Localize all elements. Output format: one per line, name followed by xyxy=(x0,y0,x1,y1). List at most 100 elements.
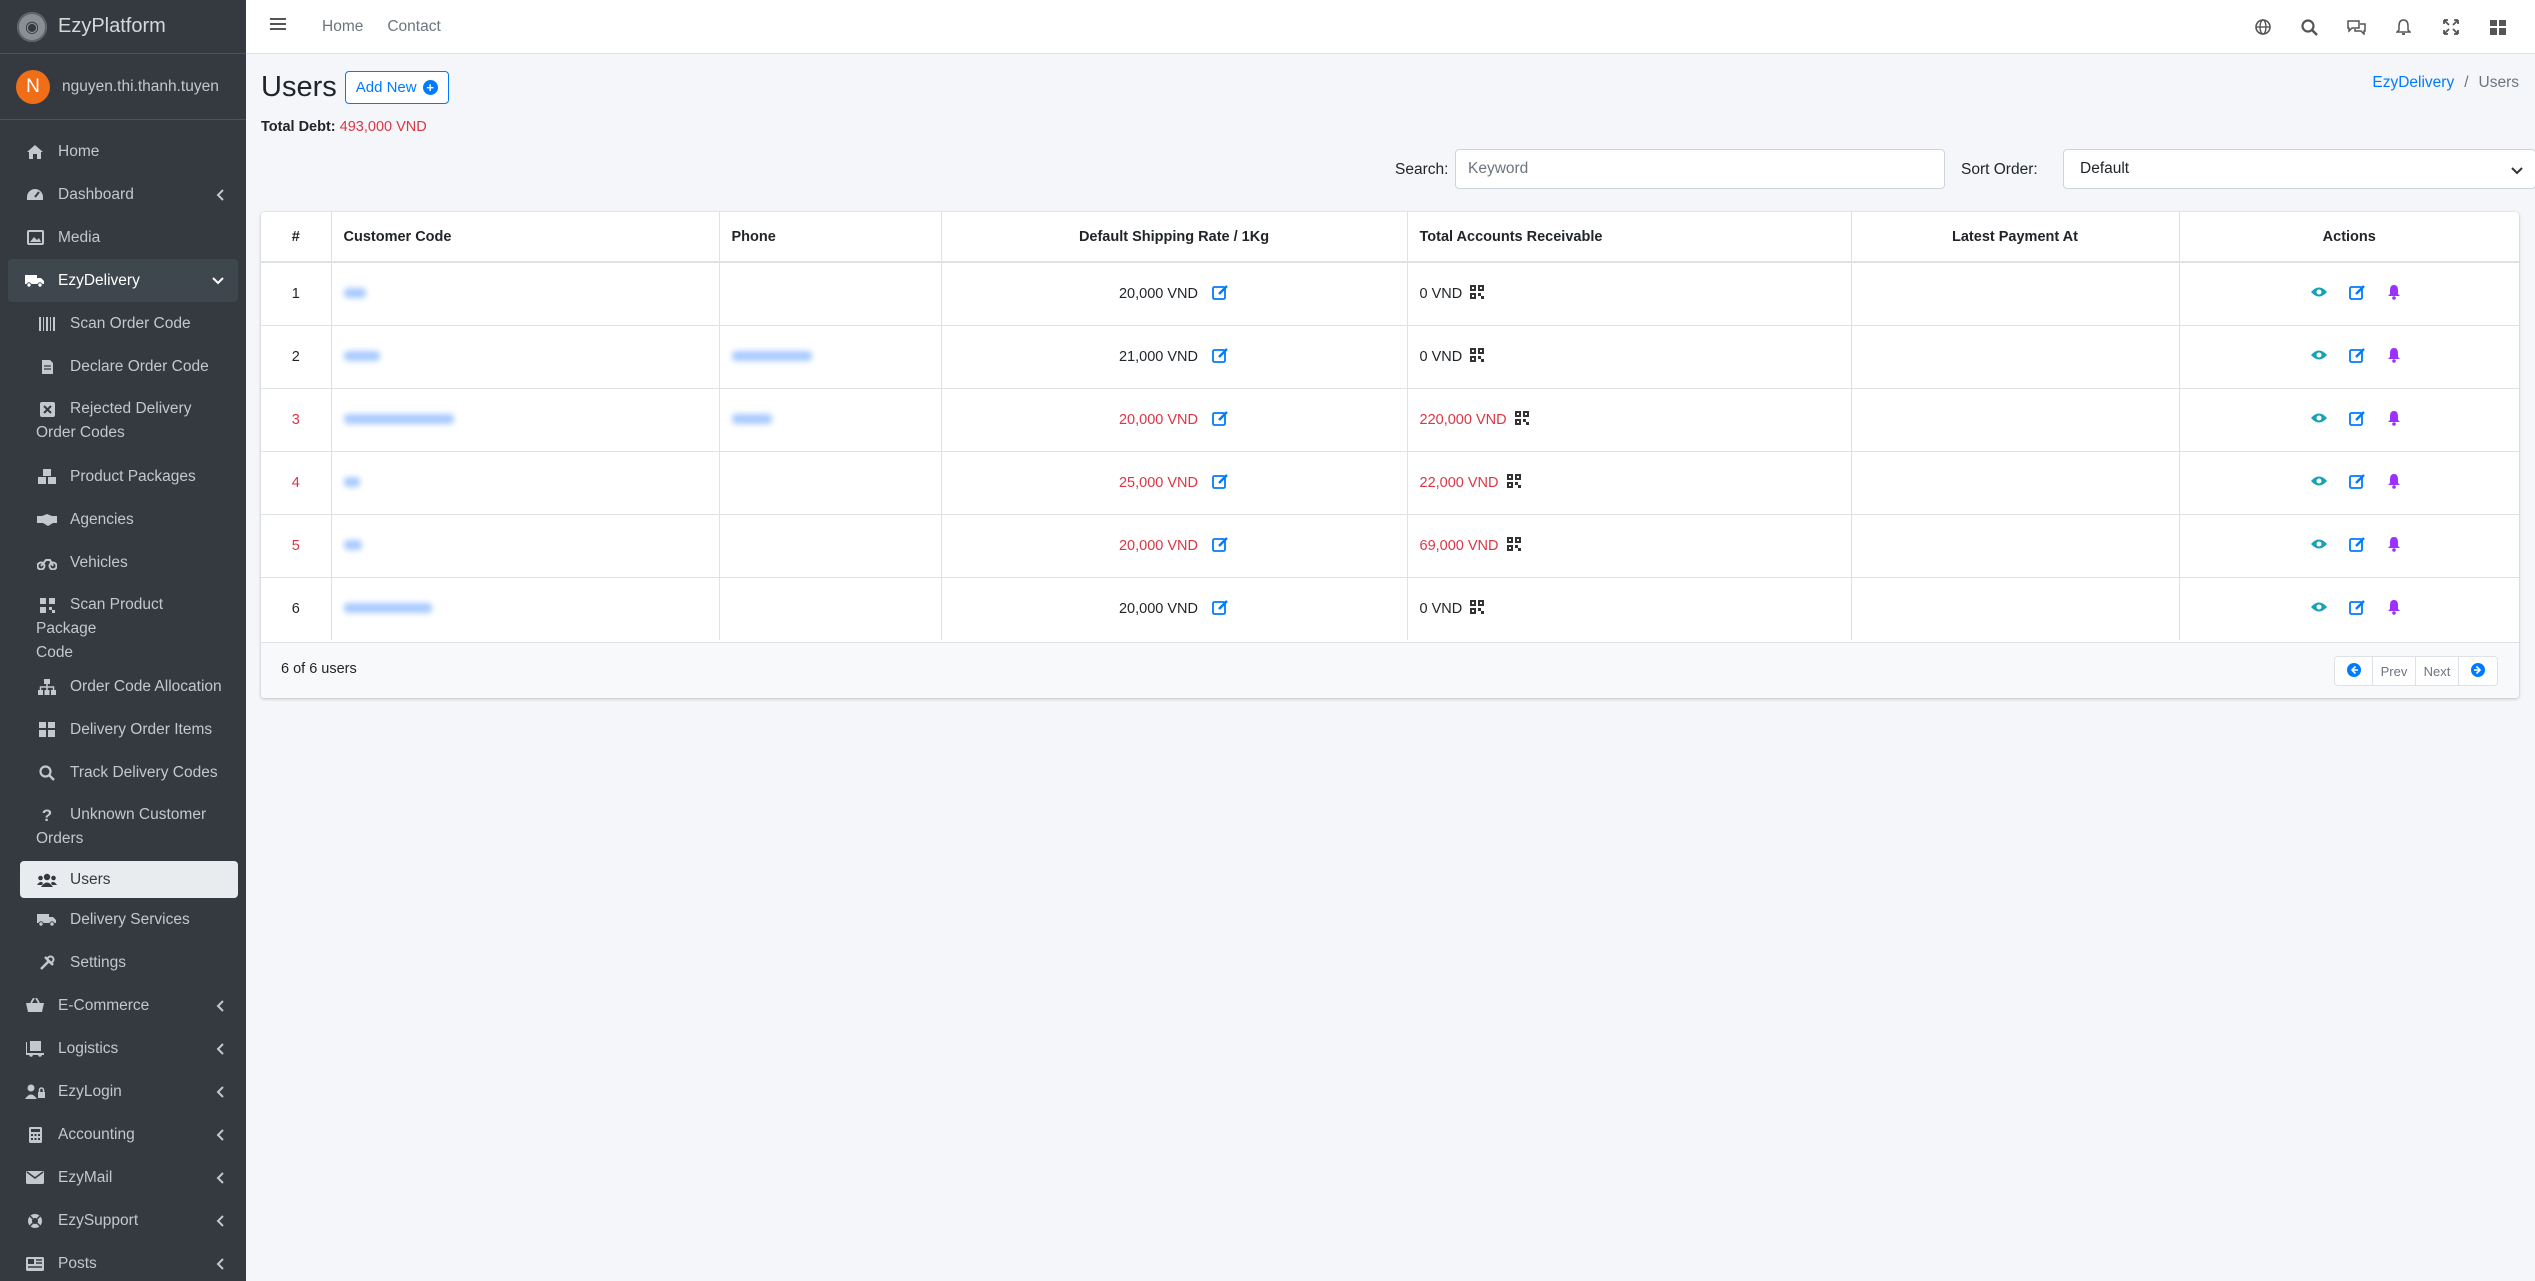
view-icon[interactable] xyxy=(2310,601,2328,617)
first-page-button[interactable] xyxy=(2335,657,2373,685)
sidebar-item-agencies[interactable]: Agencies xyxy=(8,498,238,541)
user-panel[interactable]: N nguyen.thi.thanh.tuyen xyxy=(0,54,246,120)
qrcode-icon[interactable] xyxy=(1514,410,1529,429)
user-name[interactable]: nguyen.thi.thanh.tuyen xyxy=(62,78,219,96)
nav-link-home[interactable]: Home xyxy=(322,18,363,36)
sidebar-item-order-code-allocation[interactable]: Order Code Allocation xyxy=(8,665,238,708)
receivable-value: 0 VND xyxy=(1419,600,1463,617)
customer-code-link[interactable] xyxy=(343,413,454,424)
sidebar-item-scan-product-package-code[interactable]: Scan Product Package Code xyxy=(8,584,238,665)
chevron-left-icon xyxy=(216,173,224,216)
add-new-button[interactable]: Add New + xyxy=(344,70,449,104)
qrcode-icon[interactable] xyxy=(1506,536,1521,555)
customer-code-link[interactable] xyxy=(343,602,432,613)
qrcode-icon[interactable] xyxy=(1506,473,1521,492)
edit-rate-icon[interactable] xyxy=(1212,410,1229,430)
customer-code-cell[interactable] xyxy=(331,261,720,325)
customer-code-cell[interactable] xyxy=(331,387,720,451)
bell-icon[interactable] xyxy=(2387,347,2401,367)
prev-button[interactable]: Prev xyxy=(2373,657,2416,685)
sidebar-item-settings[interactable]: Settings xyxy=(8,941,238,984)
edit-rate-icon[interactable] xyxy=(1212,599,1229,619)
customer-code-link[interactable] xyxy=(343,287,366,298)
sidebar-item-delivery-order-items[interactable]: Delivery Order Items xyxy=(8,708,238,751)
sidebar-item-scan-order-code[interactable]: Scan Order Code xyxy=(8,302,238,345)
sidebar-item-delivery-services[interactable]: Delivery Services xyxy=(8,898,238,941)
customer-code-cell[interactable] xyxy=(331,450,720,514)
sidebar-item-rejected-order-codes[interactable]: Rejected Delivery Order Codes xyxy=(8,388,238,455)
sidebar-item-unknown-customer-orders[interactable]: ? Unknown Customer Orders xyxy=(8,794,238,861)
customer-code-link[interactable] xyxy=(343,539,362,550)
comments-icon[interactable] xyxy=(2333,0,2380,54)
brand[interactable]: ◉ EzyPlatform xyxy=(0,0,246,54)
table-footer: 6 of 6 users Prev Next xyxy=(261,642,2519,698)
col-header-customer-code: Customer Code xyxy=(331,212,720,263)
search-icon[interactable] xyxy=(2286,0,2333,54)
sidebar-item-ecommerce[interactable]: E-Commerce xyxy=(8,984,238,1027)
customer-code-cell[interactable] xyxy=(331,576,720,640)
view-icon[interactable] xyxy=(2310,286,2328,302)
view-icon[interactable] xyxy=(2310,538,2328,554)
sidebar-item-media[interactable]: Media xyxy=(8,216,238,259)
edit-rate-icon[interactable] xyxy=(1212,536,1229,556)
fullscreen-icon[interactable] xyxy=(2427,0,2474,54)
view-icon[interactable] xyxy=(2310,349,2328,365)
menu-toggle-icon[interactable] xyxy=(270,17,288,36)
bell-icon[interactable] xyxy=(2387,599,2401,619)
bell-icon[interactable] xyxy=(2380,0,2427,54)
customer-code-cell[interactable] xyxy=(331,324,720,388)
sidebar-item-declare-order-code[interactable]: Declare Order Code xyxy=(8,345,238,388)
sidebar-item-posts[interactable]: Posts xyxy=(8,1242,238,1281)
edit-icon[interactable] xyxy=(2348,599,2366,619)
sidebar-item-product-packages[interactable]: Product Packages xyxy=(8,455,238,498)
search-input[interactable]: Keyword xyxy=(1455,149,1945,189)
breadcrumb-ezydelivery[interactable]: EzyDelivery xyxy=(2372,74,2454,92)
edit-rate-icon[interactable] xyxy=(1212,284,1229,304)
bell-icon[interactable] xyxy=(2387,410,2401,430)
edit-icon[interactable] xyxy=(2348,347,2366,367)
customer-code-cell[interactable] xyxy=(331,513,720,577)
globe-icon[interactable] xyxy=(2239,0,2286,54)
receivable-cell: 0 VND xyxy=(1407,261,1852,325)
edit-icon[interactable] xyxy=(2348,284,2366,304)
receivable-value: 22,000 VND xyxy=(1419,474,1499,491)
sidebar-item-ezysupport[interactable]: EzySupport xyxy=(8,1199,238,1242)
sort-order-select[interactable]: Default xyxy=(2063,149,2535,189)
edit-rate-icon[interactable] xyxy=(1212,347,1229,367)
bell-icon[interactable] xyxy=(2387,284,2401,304)
sidebar-item-ezydelivery[interactable]: EzyDelivery xyxy=(8,259,238,302)
sidebar-item-users[interactable]: Users xyxy=(20,861,238,898)
view-icon[interactable] xyxy=(2310,412,2328,428)
shipping-rate-value: 20,000 VND xyxy=(1118,537,1198,554)
edit-icon[interactable] xyxy=(2348,473,2366,493)
edit-icon[interactable] xyxy=(2348,410,2366,430)
sidebar-item-accounting[interactable]: Accounting xyxy=(8,1113,238,1156)
nav-link-contact[interactable]: Contact xyxy=(387,18,440,36)
table-row: 2 21,000 VND 0 VND xyxy=(261,324,2519,388)
qrcode-icon[interactable] xyxy=(1470,599,1485,618)
bell-icon[interactable] xyxy=(2387,536,2401,556)
sidebar-item-dashboard[interactable]: Dashboard xyxy=(8,173,238,216)
brand-logo-icon: ◉ xyxy=(17,11,47,42)
sidebar-item-track-delivery-codes[interactable]: Track Delivery Codes xyxy=(8,751,238,794)
col-header-phone: Phone xyxy=(719,212,942,263)
users-table: # Customer Code Phone Default Shipping R… xyxy=(261,212,2519,640)
view-icon[interactable] xyxy=(2310,475,2328,491)
sidebar-item-ezylogin[interactable]: EzyLogin xyxy=(8,1070,238,1113)
sidebar-item-logistics[interactable]: Logistics xyxy=(8,1027,238,1070)
sidebar-item-vehicles[interactable]: Vehicles xyxy=(8,541,238,584)
sidebar-item-home[interactable]: Home xyxy=(8,130,238,173)
qrcode-icon[interactable] xyxy=(1470,347,1485,366)
edit-icon[interactable] xyxy=(2348,536,2366,556)
customer-code-link[interactable] xyxy=(343,350,380,361)
next-button[interactable]: Next xyxy=(2416,657,2459,685)
sidebar-item-ezymail[interactable]: EzyMail xyxy=(8,1156,238,1199)
last-page-button[interactable] xyxy=(2459,657,2497,685)
qrcode-icon[interactable] xyxy=(1470,284,1485,303)
edit-rate-icon[interactable] xyxy=(1212,473,1229,493)
customer-code-link[interactable] xyxy=(343,476,360,487)
handshake-icon xyxy=(36,498,58,541)
table-body: 1 20,000 VND 0 VND 2 21,000 VND 0 VND 3 … xyxy=(261,261,2519,640)
grid-icon[interactable] xyxy=(2474,0,2521,54)
bell-icon[interactable] xyxy=(2387,473,2401,493)
